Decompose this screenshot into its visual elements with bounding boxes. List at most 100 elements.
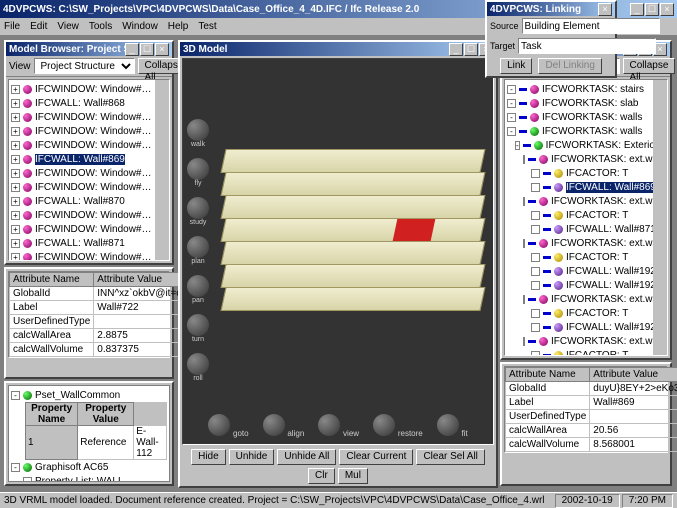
view-tool[interactable]: view <box>318 414 359 439</box>
col-attr-name[interactable]: Attribute Name <box>10 273 94 287</box>
attr-row[interactable]: UserDefinedType <box>506 410 677 424</box>
scrollbar[interactable] <box>155 80 169 260</box>
attr-row[interactable]: calcWallArea20.56 <box>506 424 677 438</box>
walk-tool[interactable]: walk <box>187 119 209 148</box>
task-tree-item[interactable]: IFCWALL: Wall#1925 <box>507 320 665 334</box>
attr-row[interactable]: calcWallVolume8.568001 <box>506 438 677 452</box>
tree-item[interactable]: +IFCWALL: Wall#870 <box>11 194 167 208</box>
unhide-button[interactable]: Unhide <box>229 449 275 465</box>
task-tree-item[interactable]: IFCWALL: Wall#871 <box>507 222 665 236</box>
col-attr-value[interactable]: Attribute Value <box>590 368 677 382</box>
menu-file[interactable]: File <box>4 21 20 32</box>
task-tree-item[interactable]: -IFCWORKTASK: slab <box>507 96 665 110</box>
main-minimize-button[interactable]: _ <box>630 3 644 16</box>
task-tree-item[interactable]: IFCWALL: Wall#869 <box>507 180 665 194</box>
task-tree-item[interactable]: IFCWORKTASK: ext.wall 2A-B… <box>507 194 665 208</box>
vp-max[interactable]: ☐ <box>464 43 478 56</box>
attr-row[interactable]: GlobalIdINN^xz`okbV@it=oW87 <box>10 287 206 301</box>
task-tree[interactable]: -IFCWORKTASK: stairs-IFCWORKTASK: slab-I… <box>504 79 668 356</box>
menu-test[interactable]: Test <box>198 21 216 32</box>
attr-row[interactable]: LabelWall#722 <box>10 301 206 315</box>
menu-tools[interactable]: Tools <box>89 21 112 32</box>
scrollbar[interactable] <box>653 80 667 355</box>
vp-min[interactable]: _ <box>449 43 463 56</box>
tree-item[interactable]: +IFCWALL: Wall#868 <box>11 96 167 110</box>
task-tree-item[interactable]: IFCWORKTASK: ext.wall A2-3… <box>507 236 665 250</box>
task-tree-item[interactable]: IFCACTOR: T <box>507 208 665 222</box>
link-button[interactable]: Link <box>500 58 532 74</box>
pset-proplist[interactable]: -Property List: WALL <box>11 474 167 482</box>
linking-dialog[interactable]: 4DVPCWS: Linking× Source Target Link Del… <box>485 0 617 78</box>
target-field[interactable] <box>518 38 656 54</box>
plan-tool[interactable]: plan <box>187 236 209 265</box>
task-tree-item[interactable]: IFCWALL: Wall#1924 <box>507 264 665 278</box>
restore-tool[interactable]: restore <box>373 414 423 439</box>
tree-item[interactable]: +IFCWINDOW: Window#… <box>11 250 167 261</box>
task-tree-item[interactable]: IFCACTOR: T <box>507 348 665 356</box>
tree-item[interactable]: +IFCWALL: Wall#871 <box>11 236 167 250</box>
mb-min[interactable]: _ <box>125 43 139 56</box>
tree-item[interactable]: +IFCWINDOW: Window#… <box>11 82 167 96</box>
tree-item[interactable]: +IFCWINDOW: Window#… <box>11 124 167 138</box>
right-attr-grid[interactable]: Attribute NameAttribute Value GlobalIddu… <box>504 366 668 453</box>
attr-row[interactable]: GlobalIdduyU}8EY+2>eKo37:TwL <box>506 382 677 396</box>
tree-item[interactable]: +IFCWALL: Wall#869 <box>11 152 167 166</box>
mul-button[interactable]: Mul <box>338 468 368 484</box>
goto-tool[interactable]: goto <box>208 414 248 439</box>
menu-window[interactable]: Window <box>122 21 158 32</box>
pset-root[interactable]: -Pset_WallCommon <box>11 388 167 402</box>
task-tree-item[interactable]: -IFCWORKTASK: stairs <box>507 82 665 96</box>
model-browser-titlebar[interactable]: Model Browser: Project Structure _☐× <box>6 42 172 56</box>
clearselall-button[interactable]: Clear Sel All <box>416 449 484 465</box>
model-tree[interactable]: +IFCWINDOW: Window#…+IFCWALL: Wall#868+I… <box>8 79 170 261</box>
mb-max[interactable]: ☐ <box>140 43 154 56</box>
tree-item[interactable]: +IFCWINDOW: Window#… <box>11 208 167 222</box>
rb-collapse-button[interactable]: Collapse All <box>623 58 676 74</box>
task-tree-item[interactable]: -IFCWORKTASK: walls <box>507 110 665 124</box>
attr-row[interactable]: LabelWall#869 <box>506 396 677 410</box>
menu-edit[interactable]: Edit <box>30 21 47 32</box>
tree-item[interactable]: +IFCWINDOW: Window#… <box>11 110 167 124</box>
clr-button[interactable]: Clr <box>308 468 335 484</box>
task-tree-item[interactable]: IFCACTOR: T <box>507 250 665 264</box>
clearcurrent-button[interactable]: Clear Current <box>339 449 413 465</box>
tree-item[interactable]: +IFCWINDOW: Window#… <box>11 138 167 152</box>
fit-tool[interactable]: fit <box>437 414 468 439</box>
task-tree-item[interactable]: IFCACTOR: T <box>507 306 665 320</box>
main-close-button[interactable]: × <box>660 3 674 16</box>
del-linking-button[interactable]: Del Linking <box>538 58 601 74</box>
hide-button[interactable]: Hide <box>191 449 226 465</box>
mb-close[interactable]: × <box>155 43 169 56</box>
study-tool[interactable]: study <box>187 197 209 226</box>
roll-tool[interactable]: roll <box>187 353 209 382</box>
viewport-titlebar[interactable]: 3D Model _☐× <box>180 42 496 56</box>
linking-close[interactable]: × <box>598 3 612 16</box>
fly-tool[interactable]: fly <box>187 158 209 187</box>
menu-help[interactable]: Help <box>168 21 189 32</box>
attr-row[interactable]: calcWallVolume0.837375 <box>10 343 206 357</box>
tree-item[interactable]: +IFCWINDOW: Window#… <box>11 180 167 194</box>
turn-tool[interactable]: turn <box>187 314 209 343</box>
menu-view[interactable]: View <box>57 21 79 32</box>
main-maximize-button[interactable]: ☐ <box>645 3 659 16</box>
task-tree-item[interactable]: IFCWORKTASK: ext.wall A3-4… <box>507 292 665 306</box>
attr-row[interactable]: calcWallArea2.8875 <box>10 329 206 343</box>
pan-tool[interactable]: pan <box>187 275 209 304</box>
tree-item[interactable]: +IFCWINDOW: Window#… <box>11 166 167 180</box>
task-tree-item[interactable]: IFCACTOR: T <box>507 166 665 180</box>
task-tree-item[interactable]: IFCWORKTASK: ext.wall B3-4… <box>507 334 665 348</box>
view-select[interactable]: Project Structure <box>34 58 135 74</box>
unhideall-button[interactable]: Unhide All <box>277 449 336 465</box>
task-tree-item[interactable]: -IFCWORKTASK: Exterior walls <box>507 138 665 152</box>
pset-graphisoft[interactable]: -Graphisoft AC65 <box>11 460 167 474</box>
attr-row[interactable]: UserDefinedType <box>10 315 206 329</box>
left-attr-grid[interactable]: Attribute NameAttribute Value GlobalIdIN… <box>8 271 170 358</box>
align-tool[interactable]: align <box>263 414 305 439</box>
task-tree-item[interactable]: IFCWORKTASK: ext.wall B1-2… <box>507 152 665 166</box>
source-field[interactable] <box>522 18 660 34</box>
task-tree-item[interactable]: -IFCWORKTASK: walls <box>507 124 665 138</box>
3d-viewport[interactable]: walk fly study plan pan turn roll goto align v… <box>182 58 494 445</box>
task-tree-item[interactable]: IFCWALL: Wall#1923 <box>507 278 665 292</box>
tree-item[interactable]: +IFCWINDOW: Window#… <box>11 222 167 236</box>
col-attr-name[interactable]: Attribute Name <box>506 368 590 382</box>
